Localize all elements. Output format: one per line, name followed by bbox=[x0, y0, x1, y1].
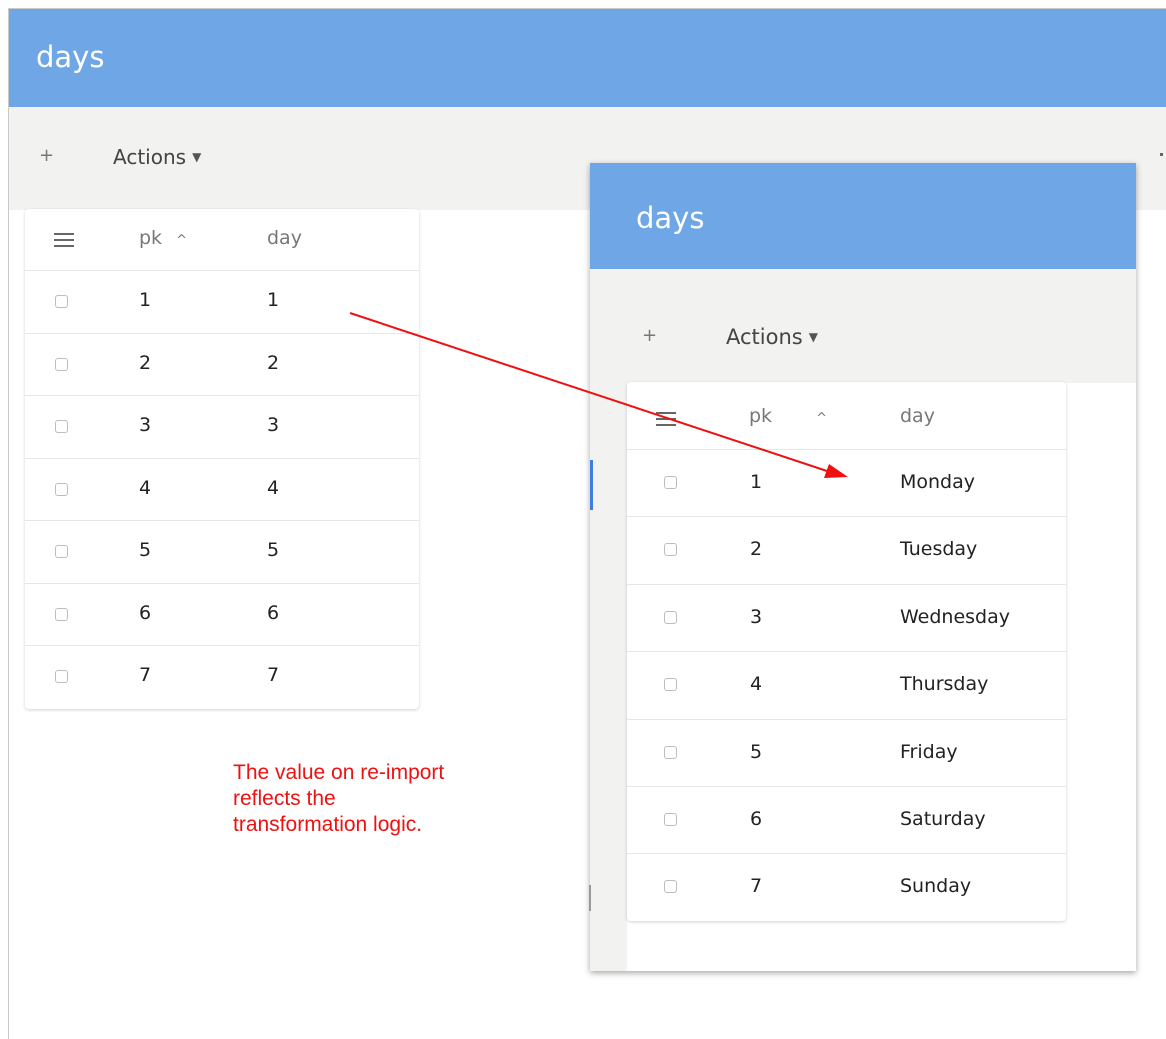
actions-menu-button[interactable]: Actions ▼ bbox=[726, 325, 818, 349]
front-window: days + Actions ▼ pk ^ day 1 Monday 2 Tuesday 3… bbox=[590, 163, 1136, 971]
annotation-line: The value on re-import bbox=[233, 761, 445, 784]
actions-label: Actions bbox=[113, 145, 187, 169]
cell-day: 1 bbox=[267, 289, 280, 311]
row-checkbox[interactable] bbox=[55, 545, 68, 558]
sort-ascending-icon[interactable]: ^ bbox=[816, 411, 827, 426]
cell-day: Friday bbox=[900, 740, 958, 763]
row-checkbox[interactable] bbox=[664, 678, 677, 692]
row-checkbox[interactable] bbox=[664, 745, 677, 759]
sort-ascending-icon[interactable]: ^ bbox=[176, 233, 187, 248]
row-checkbox[interactable] bbox=[664, 880, 677, 894]
column-header-pk[interactable]: pk ^ bbox=[139, 227, 187, 249]
table-row[interactable]: 66 bbox=[25, 584, 419, 646]
column-header-day[interactable]: day bbox=[267, 227, 302, 249]
annotation-text: The value on re-import reflects the tran… bbox=[233, 760, 533, 838]
hamburger-menu-icon[interactable] bbox=[656, 412, 676, 426]
table-row[interactable]: 2 Tuesday bbox=[627, 517, 1066, 585]
caret-down-icon: ▼ bbox=[808, 330, 818, 344]
cell-pk: 1 bbox=[139, 289, 152, 311]
caret-down-icon: ▼ bbox=[192, 150, 202, 164]
row-checkbox[interactable] bbox=[55, 607, 68, 621]
table-row[interactable]: 5 Friday bbox=[627, 720, 1066, 787]
cell-day: 2 bbox=[267, 351, 280, 374]
row-checkbox[interactable] bbox=[55, 357, 68, 371]
cell-pk: 5 bbox=[750, 740, 763, 763]
cell-pk: 1 bbox=[750, 471, 763, 493]
actions-label: Actions bbox=[726, 325, 803, 349]
column-header-pk-label: pk bbox=[749, 405, 773, 427]
focus-indicator bbox=[590, 460, 593, 510]
table-row[interactable]: 4 Thursday bbox=[627, 652, 1066, 720]
side-panel bbox=[590, 383, 627, 971]
cell-pk: 6 bbox=[139, 601, 152, 624]
row-checkbox[interactable] bbox=[664, 812, 677, 826]
table-row[interactable]: 33 bbox=[25, 396, 419, 459]
cell-pk: 3 bbox=[139, 414, 152, 436]
row-checkbox[interactable] bbox=[55, 420, 68, 433]
cell-day: Sunday bbox=[900, 875, 972, 898]
cell-day: 3 bbox=[267, 414, 280, 436]
app-bar: days bbox=[590, 163, 1136, 269]
row-checkbox[interactable] bbox=[664, 610, 677, 624]
table-row[interactable]: 6 Saturday bbox=[627, 787, 1066, 855]
annotation-line: transformation logic. bbox=[233, 813, 423, 836]
table-row[interactable]: 11 bbox=[25, 271, 419, 334]
cell-day: Wednesday bbox=[900, 605, 1011, 628]
row-checkbox[interactable] bbox=[55, 295, 68, 308]
table-row[interactable]: 7 Sunday bbox=[627, 854, 1066, 921]
toolbar: + Actions ▼ bbox=[590, 269, 1136, 383]
table-header-row: pk ^ day bbox=[627, 382, 1066, 450]
cell-pk: 6 bbox=[750, 807, 763, 830]
cell-day: 6 bbox=[267, 601, 280, 624]
cell-pk: 5 bbox=[139, 539, 152, 561]
cell-pk: 7 bbox=[139, 664, 152, 686]
cell-day: Tuesday bbox=[900, 538, 978, 561]
row-checkbox[interactable] bbox=[664, 476, 677, 489]
column-header-pk-label: pk bbox=[139, 227, 163, 249]
cell-day: 7 bbox=[267, 664, 280, 686]
column-header-pk[interactable]: pk ^ bbox=[749, 405, 827, 427]
table-row[interactable]: 44 bbox=[25, 459, 419, 521]
table-header-row: pk ^ day bbox=[25, 209, 419, 271]
page-title: days bbox=[636, 201, 705, 235]
window-edge-mark bbox=[1160, 153, 1163, 156]
cell-day: Monday bbox=[900, 471, 976, 493]
cell-pk: 4 bbox=[750, 673, 763, 696]
cell-day: Saturday bbox=[900, 807, 986, 830]
annotation-line: reflects the bbox=[233, 787, 336, 810]
cell-pk: 7 bbox=[750, 875, 763, 898]
table-row[interactable]: 77 bbox=[25, 646, 419, 709]
actions-menu-button[interactable]: Actions ▼ bbox=[113, 145, 201, 169]
cell-day: Thursday bbox=[900, 673, 989, 696]
row-checkbox[interactable] bbox=[55, 670, 68, 683]
cell-pk: 2 bbox=[139, 351, 152, 374]
cell-pk: 4 bbox=[139, 476, 152, 499]
row-checkbox[interactable] bbox=[55, 482, 68, 496]
table-row[interactable]: 3 Wednesday bbox=[627, 585, 1066, 653]
table-row[interactable]: 1 Monday bbox=[627, 450, 1066, 518]
cell-day: 4 bbox=[267, 476, 280, 499]
hamburger-menu-icon[interactable] bbox=[54, 233, 74, 247]
table-row[interactable]: 22 bbox=[25, 334, 419, 396]
scroll-mark bbox=[589, 885, 591, 911]
row-checkbox[interactable] bbox=[664, 543, 677, 557]
page-title: days bbox=[36, 40, 105, 74]
cell-pk: 2 bbox=[750, 538, 763, 561]
data-table: pk ^ day 1 Monday 2 Tuesday 3 Wednesday 4 Thursd… bbox=[627, 382, 1066, 921]
data-table: pk ^ day 11223344556677 bbox=[25, 209, 419, 709]
add-button[interactable]: + bbox=[39, 145, 54, 166]
cell-pk: 3 bbox=[750, 605, 763, 628]
cell-day: 5 bbox=[267, 539, 280, 561]
table-row[interactable]: 55 bbox=[25, 521, 419, 584]
column-header-day[interactable]: day bbox=[900, 405, 935, 427]
app-bar: days bbox=[9, 9, 1166, 107]
add-button[interactable]: + bbox=[642, 325, 657, 346]
